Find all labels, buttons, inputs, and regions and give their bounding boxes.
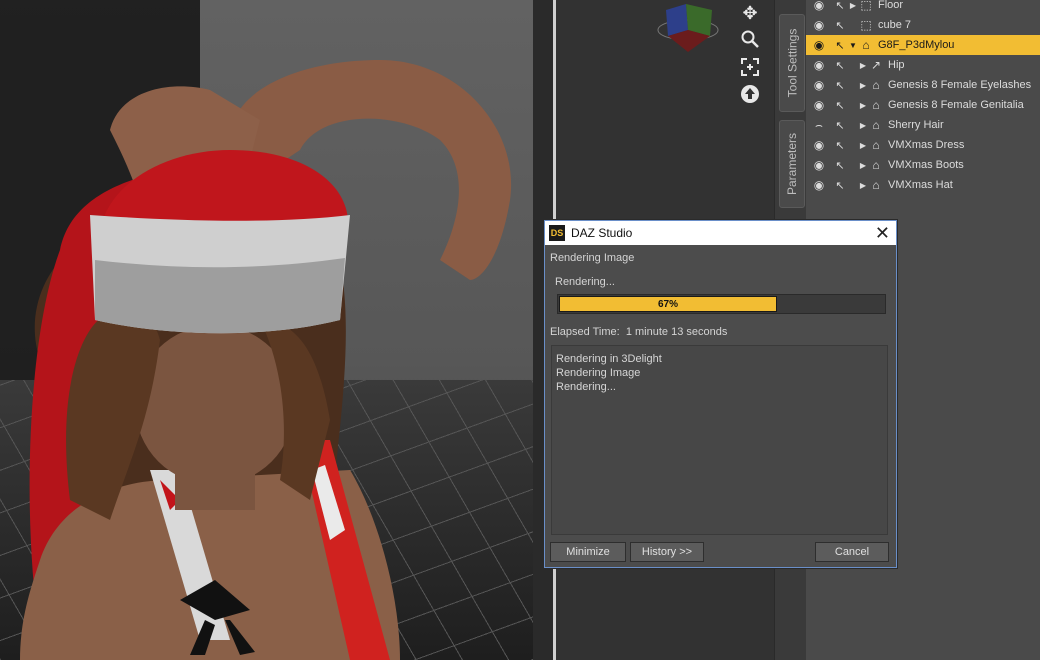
render-viewport [0, 0, 556, 660]
dialog-titlebar[interactable]: DS DAZ Studio ✕ [545, 221, 896, 245]
elapsed-label: Elapsed Time: [550, 326, 620, 338]
eye-icon[interactable]: ◉ [810, 158, 828, 172]
log-line: Rendering... [556, 381, 616, 393]
log-line: Rendering Image [556, 367, 641, 379]
progress-fill: 67% [559, 296, 777, 312]
cancel-button[interactable]: Cancel [815, 542, 889, 562]
box-icon: ⬚ [860, 0, 872, 12]
dialog-heading: Rendering Image [550, 252, 635, 264]
eye-icon[interactable]: ◉ [810, 58, 828, 72]
render-progress-dialog: DS DAZ Studio ✕ Rendering Image Renderin… [544, 220, 897, 568]
figure-icon: ⌂ [872, 118, 880, 132]
scene-item-label: G8F_P3dMylou [878, 39, 955, 51]
select-pointer-icon[interactable]: ↖ [832, 119, 848, 132]
figure-icon: ⌂ [872, 158, 880, 172]
daz-app-icon: DS [549, 225, 565, 241]
scene-item-label: VMXmas Boots [888, 159, 964, 171]
box-icon: ⬚ [860, 18, 872, 32]
eye-icon[interactable]: ◉ [810, 0, 828, 12]
figure-icon: ⌂ [862, 38, 870, 52]
scene-item-label: Genesis 8 Female Genitalia [888, 99, 1024, 111]
scene-item-label: Hip [888, 59, 905, 71]
bone-icon: ↗ [870, 58, 882, 72]
scene-item[interactable]: ◉ ↖ ▶ ↗ Hip [806, 55, 1040, 75]
select-pointer-icon[interactable]: ↖ [832, 19, 848, 32]
orbit-icon[interactable] [739, 83, 761, 105]
select-pointer-icon[interactable]: ↖ [832, 79, 848, 92]
select-pointer-icon[interactable]: ↖ [832, 59, 848, 72]
scene-item[interactable]: ◉ ↖ ▶ ⬚ Floor [806, 0, 1040, 15]
tab-tool-settings-label: Tool Settings [785, 28, 799, 98]
render-preview [0, 0, 533, 660]
expand-right-icon[interactable]: ▶ [848, 1, 858, 10]
frame-icon[interactable] [739, 56, 761, 78]
eye-icon[interactable]: ◉ [810, 178, 828, 192]
rendered-figure [20, 60, 512, 660]
expand-right-icon[interactable]: ▶ [858, 121, 868, 130]
elapsed-value: 1 minute 13 seconds [625, 326, 728, 338]
expand-right-icon[interactable]: ▶ [858, 101, 868, 110]
render-progress-bar: 67% [557, 294, 886, 314]
select-pointer-icon[interactable]: ↖ [832, 179, 848, 192]
expand-down-icon[interactable]: ▼ [848, 41, 858, 50]
zoom-icon[interactable] [739, 28, 761, 50]
move-icon[interactable]: ✥ [739, 2, 761, 24]
eye-icon[interactable]: ◉ [810, 78, 828, 92]
elapsed-time: Elapsed Time: 1 minute 13 seconds [550, 326, 727, 338]
scene-item[interactable]: ◉ ↖ ▶ ⌂ Genesis 8 Female Genitalia [806, 95, 1040, 115]
scene-item[interactable]: ◉ ↖ ▶ ⌂ VMXmas Boots [806, 155, 1040, 175]
history-button[interactable]: History >> [630, 542, 704, 562]
scene-item-label: VMXmas Dress [888, 139, 965, 151]
figure-icon: ⌂ [872, 98, 880, 112]
select-pointer-icon[interactable]: ↖ [832, 139, 848, 152]
expand-right-icon[interactable]: ▶ [858, 61, 868, 70]
expand-right-icon[interactable]: ▶ [858, 161, 868, 170]
minimize-button[interactable]: Minimize [550, 542, 626, 562]
select-pointer-icon[interactable]: ↖ [832, 159, 848, 172]
tab-parameters[interactable]: Parameters [779, 120, 805, 208]
scene-item[interactable]: ◉ ↖ ▶ ⌂ VMXmas Dress [806, 135, 1040, 155]
select-pointer-icon[interactable]: ↖ [832, 39, 848, 52]
expand-right-icon[interactable]: ▶ [858, 81, 868, 90]
scene-item-label: Genesis 8 Female Eyelashes [888, 79, 1032, 91]
scene-item[interactable]: ⌢ ↖ ▶ ⌂ Sherry Hair [806, 115, 1040, 135]
close-icon[interactable]: ✕ [875, 223, 890, 243]
eye-icon[interactable]: ◉ [810, 18, 828, 32]
scene-item[interactable]: ◉ ↖ ▼ ⌂ G8F_P3dMylou [806, 35, 1040, 55]
expand-right-icon[interactable]: ▶ [858, 181, 868, 190]
render-status: Rendering... [555, 276, 615, 288]
scene-item-label: VMXmas Hat [888, 179, 953, 191]
select-pointer-icon[interactable]: ↖ [832, 0, 848, 12]
figure-icon: ⌂ [872, 78, 880, 92]
select-pointer-icon[interactable]: ↖ [832, 99, 848, 112]
scene-item-label: Floor [878, 0, 904, 11]
log-line: Rendering in 3Delight [556, 353, 662, 365]
scene-item-label: Sherry Hair [888, 119, 944, 131]
scene-item[interactable]: ◉ ↖ ⬚ cube 7 [806, 15, 1040, 35]
eye-icon[interactable]: ◉ [810, 138, 828, 152]
scene-item[interactable]: ◉ ↖ ▶ ⌂ VMXmas Hat [806, 175, 1040, 195]
expand-right-icon[interactable]: ▶ [858, 141, 868, 150]
figure-icon: ⌂ [872, 138, 880, 152]
dialog-title: DAZ Studio [571, 226, 633, 240]
render-log: Rendering in 3Delight Rendering Image Re… [551, 345, 888, 535]
progress-label: 67% [657, 298, 678, 310]
eye-icon[interactable]: ◉ [810, 98, 828, 112]
view-cube[interactable] [656, 0, 720, 58]
eye-closed-icon[interactable]: ⌢ [810, 118, 828, 133]
tab-parameters-label: Parameters [785, 132, 799, 196]
scene-item-label: cube 7 [878, 19, 912, 31]
tab-tool-settings[interactable]: Tool Settings [779, 14, 805, 112]
eye-icon[interactable]: ◉ [810, 38, 828, 52]
figure-icon: ⌂ [872, 178, 880, 192]
scene-item[interactable]: ◉ ↖ ▶ ⌂ Genesis 8 Female Eyelashes [806, 75, 1040, 95]
